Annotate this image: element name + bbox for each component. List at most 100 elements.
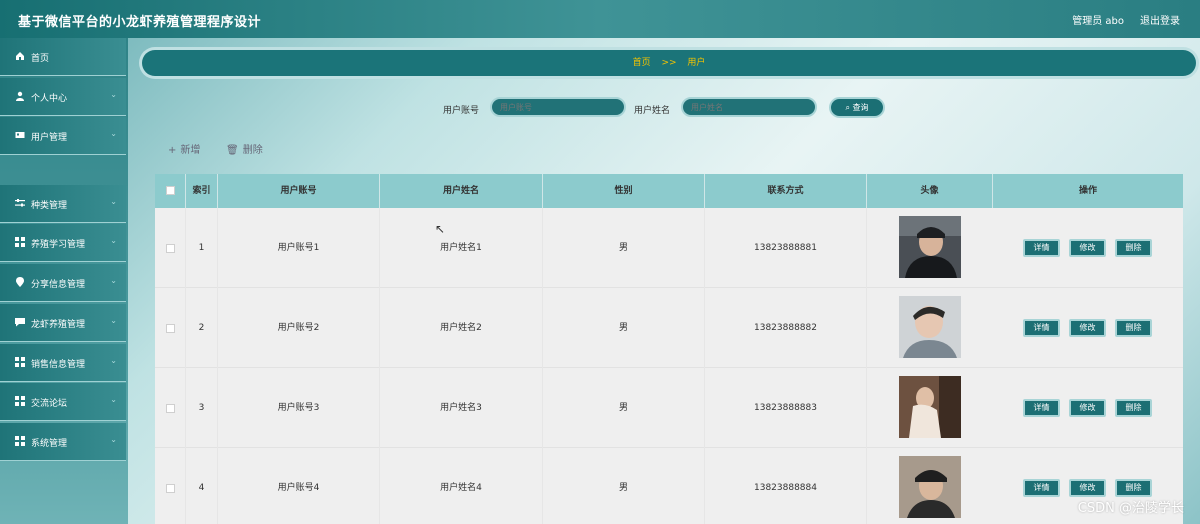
row-checkbox[interactable] (166, 484, 175, 493)
edit-button[interactable]: 修改 (1069, 239, 1106, 257)
delete-button[interactable]: 删除 (1115, 479, 1152, 497)
name-cell: 用户姓名3 (380, 368, 543, 448)
sidebar-item-learning[interactable]: 养殖学习管理 ⌄ (0, 224, 126, 262)
batch-delete-label: 删除 (242, 145, 263, 156)
search-button-label: 查询 (852, 103, 869, 112)
sidebar-item-category[interactable]: 种类管理 ⌄ (0, 185, 126, 223)
mouse-cursor-icon: ↖ (435, 222, 446, 236)
chevron-down-icon: ⌄ (110, 435, 117, 444)
row-checkbox[interactable] (166, 404, 175, 413)
app-title: 基于微信平台的小龙虾养殖管理程序设计 (18, 15, 262, 30)
edit-button[interactable]: 修改 (1069, 479, 1106, 497)
sidebar-item-label: 龙虾养殖管理 (31, 320, 86, 330)
select-all-checkbox[interactable] (166, 186, 175, 195)
account-cell: 用户账号4 (218, 448, 380, 524)
edit-button[interactable]: 修改 (1069, 399, 1106, 417)
chevron-down-icon: ⌄ (110, 129, 117, 138)
account-search-label: 用户账号 (443, 106, 480, 116)
row-checkbox[interactable] (166, 324, 175, 333)
gender-cell: 男 (543, 368, 705, 448)
sidebar-item-label: 用户管理 (31, 133, 68, 143)
detail-button[interactable]: 详情 (1023, 319, 1060, 337)
logout-link[interactable]: 退出登录 (1140, 12, 1180, 27)
header-account: 用户账号 (218, 174, 380, 208)
name-search-input[interactable] (681, 97, 817, 117)
edit-button[interactable]: 修改 (1069, 319, 1106, 337)
chevron-down-icon: ⌄ (110, 90, 117, 99)
header-operations: 操作 (1078, 186, 1097, 196)
search-button[interactable]: ⌕ 查询 (829, 97, 885, 118)
plus-icon: + (168, 145, 177, 156)
sidebar-item-home[interactable]: 首页 (0, 38, 126, 76)
user-table: 索引 用户账号 用户姓名 性别 联系方式 头像 操作 1 用户账号1 用户姓名1… (155, 174, 1183, 524)
header-avatar: 头像 (867, 174, 993, 208)
chat-icon (15, 317, 25, 327)
chevron-down-icon: ⌄ (110, 316, 117, 325)
sidebar-item-label: 系统管理 (31, 439, 68, 449)
sidebar-item-label: 销售信息管理 (31, 360, 86, 370)
detail-button[interactable]: 详情 (1023, 399, 1060, 417)
delete-button[interactable]: 删除 (1115, 319, 1152, 337)
index-cell: 3 (186, 368, 218, 448)
table-row: 2 用户账号2 用户姓名2 男 13823888882 详情 修改 删除 (155, 288, 1183, 368)
header-gender: 性别 (543, 174, 705, 208)
sidebar-item-label: 交流论坛 (31, 399, 68, 409)
home-icon (15, 51, 25, 61)
sidebar-item-forum[interactable]: 交流论坛 ⌄ (0, 383, 126, 421)
phone-cell: 13823888882 (705, 288, 867, 368)
table-row: 1 用户账号1 用户姓名1 男 13823888881 详情 修改 删除 (155, 208, 1183, 288)
sliders-icon (15, 198, 25, 208)
top-bar: 基于微信平台的小龙虾养殖管理程序设计 管理员 abo 退出登录 (0, 0, 1200, 38)
delete-button[interactable]: 删除 (1115, 239, 1152, 257)
breadcrumb: 首页 >> 用户 (142, 50, 1196, 76)
header-index: 索引 (186, 174, 218, 208)
chevron-down-icon: ⌄ (110, 395, 117, 404)
phone-cell: 13823888881 (705, 208, 867, 288)
table-row: 3 用户账号3 用户姓名3 男 13823888883 详情 修改 删除 (155, 368, 1183, 448)
sidebar: 首页 个人中心 ⌄ 用户管理 ⌄ 种类管理 ⌄ 养殖学习管理 ⌄ 分享信息管理 … (0, 38, 128, 524)
name-cell: 用户姓名1 (380, 208, 543, 288)
sidebar-item-label: 养殖学习管理 (31, 240, 86, 250)
index-cell: 4 (186, 448, 218, 524)
batch-delete-button[interactable]: 🗑 删除 (226, 141, 263, 156)
pin-icon (15, 277, 25, 287)
sidebar-item-label: 个人中心 (31, 94, 68, 104)
table-row: 4 用户账号4 用户姓名4 男 13823888884 详情 修改 删除 (155, 448, 1183, 524)
sidebar-item-profile[interactable]: 个人中心 ⌄ (0, 78, 126, 116)
search-icon: ⌕ (845, 103, 850, 112)
person-icon (15, 91, 25, 101)
sidebar-item-farming[interactable]: 龙虾养殖管理 ⌄ (0, 304, 126, 342)
phone-cell: 13823888884 (705, 448, 867, 524)
select-cell (155, 448, 186, 524)
index-cell: 1 (186, 208, 218, 288)
grid-icon (15, 357, 25, 367)
chevron-down-icon: ⌄ (110, 197, 117, 206)
sidebar-item-label: 首页 (31, 54, 50, 64)
grid-icon (15, 237, 25, 247)
breadcrumb-home[interactable]: 首页 (633, 58, 651, 68)
add-button-label: 新增 (180, 145, 201, 156)
select-cell (155, 208, 186, 288)
account-search-input[interactable] (490, 97, 626, 117)
avatar (899, 456, 961, 518)
sidebar-item-system[interactable]: 系统管理 ⌄ (0, 423, 126, 461)
name-search-label: 用户姓名 (634, 106, 671, 116)
detail-button[interactable]: 详情 (1023, 239, 1060, 257)
row-checkbox[interactable] (166, 244, 175, 253)
phone-cell: 13823888883 (705, 368, 867, 448)
card-icon (15, 130, 25, 140)
sidebar-item-users[interactable]: 用户管理 ⌄ (0, 117, 126, 155)
index-cell: 2 (186, 288, 218, 368)
detail-button[interactable]: 详情 (1023, 479, 1060, 497)
gender-cell: 男 (543, 208, 705, 288)
sidebar-item-label: 种类管理 (31, 201, 68, 211)
sidebar-item-sales[interactable]: 销售信息管理 ⌄ (0, 344, 126, 382)
add-button[interactable]: + 新增 (168, 141, 200, 156)
current-user[interactable]: 管理员 abo (1072, 12, 1124, 27)
sidebar-item-share[interactable]: 分享信息管理 ⌄ (0, 264, 126, 302)
grid-icon (15, 396, 25, 406)
select-cell (155, 368, 186, 448)
gender-cell: 男 (543, 288, 705, 368)
delete-button[interactable]: 删除 (1115, 399, 1152, 417)
header-phone: 联系方式 (705, 174, 867, 208)
